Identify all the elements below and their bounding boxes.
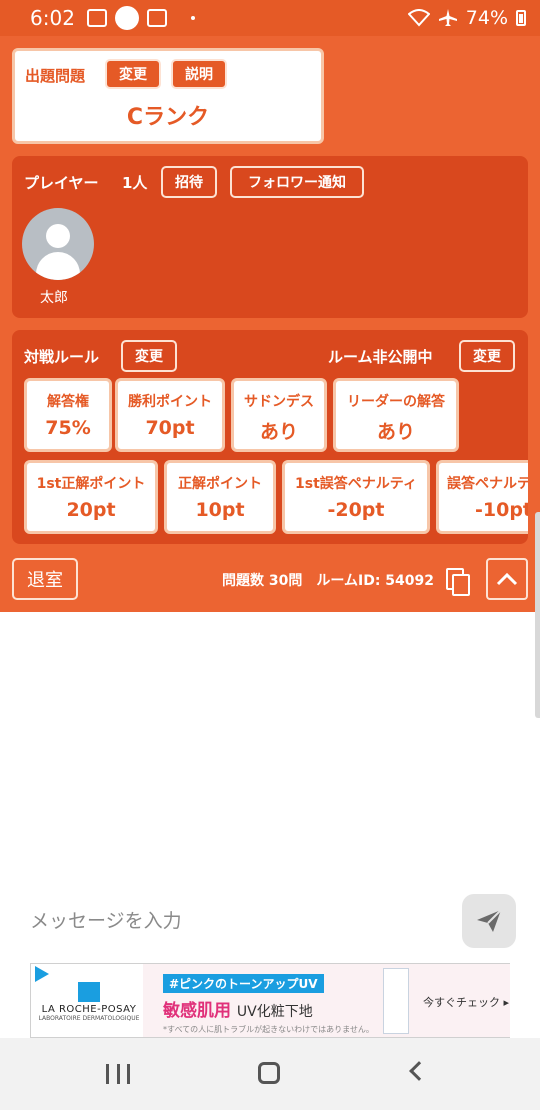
rule-label: 1st誤答ペナルティ — [295, 476, 417, 492]
rule-card-leader-answer: リーダーの解答 あり — [333, 378, 459, 452]
copy-icon[interactable] — [446, 568, 470, 596]
rule-label: 勝利ポイント — [128, 394, 212, 410]
rule-value: 10pt — [195, 499, 245, 521]
player-name: 太郎 — [40, 290, 68, 306]
change-question-button[interactable]: 変更 — [105, 59, 161, 89]
battery-percent: 74% — [465, 7, 508, 29]
rules-title: 対戦ルール — [24, 348, 100, 366]
rule-value: -10pt — [475, 499, 528, 521]
rule-value: あり — [259, 421, 298, 443]
rule-label: 1st正解ポイント — [36, 476, 146, 492]
brand-subtitle: LABORATOIRE DERMATOLOGIQUE — [38, 1015, 140, 1022]
question-rank: Cランク — [126, 105, 210, 130]
more-notifications-icon — [190, 16, 195, 20]
change-visibility-button[interactable]: 変更 — [459, 340, 515, 372]
rule-value: 20pt — [66, 499, 116, 521]
collapse-button[interactable] — [486, 558, 528, 600]
rule-card-sudden-death: サドンデス あり — [231, 378, 327, 452]
send-icon — [477, 909, 502, 932]
chevron-up-icon — [496, 572, 518, 586]
message-input[interactable]: メッセージを入力 — [30, 906, 450, 936]
invite-button[interactable]: 招待 — [161, 166, 217, 198]
app-notification-icon — [114, 6, 139, 30]
change-rules-button[interactable]: 変更 — [121, 340, 177, 372]
home-icon[interactable] — [258, 1062, 280, 1084]
status-bar: 6:02 74% — [0, 0, 540, 36]
clock: 6:02 — [30, 6, 75, 30]
rules-panel: 対戦ルール 変更 ルーム非公開中 変更 解答権 75% 勝利ポイント 70pt … — [12, 330, 528, 544]
ad-cta[interactable]: 今すぐチェック ▸ — [423, 994, 509, 1010]
product-image — [383, 968, 409, 1034]
ad-tag: #ピンクのトーンアップUV — [163, 974, 324, 993]
ad-headline-rest: UV化粧下地 — [236, 1004, 313, 1020]
ad-banner[interactable]: LA ROCHE-POSAY LABORATOIRE DERMATOLOGIQU… — [30, 963, 510, 1038]
rule-value: あり — [376, 421, 415, 443]
rule-value: -20pt — [327, 499, 385, 521]
ad-creative[interactable]: #ピンクのトーンアップUV 敏感肌用 UV化粧下地 *すべての人に肌トラブルが起… — [143, 964, 510, 1037]
send-button[interactable] — [462, 894, 516, 948]
wifi-icon — [407, 9, 430, 27]
ad-brand: LA ROCHE-POSAY LABORATOIRE DERMATOLOGIQU… — [35, 982, 143, 1022]
rule-value: 70pt — [145, 417, 195, 439]
scrollbar[interactable] — [535, 512, 540, 718]
brand-logo-icon — [78, 982, 100, 1002]
follower-notify-button[interactable]: フォロワー通知 — [230, 166, 364, 198]
battery-icon — [516, 10, 526, 26]
ad-note: *すべての人に肌トラブルが起きないわけではありません。 — [163, 1025, 374, 1034]
rule-card-correct-points: 正解ポイント 10pt — [164, 460, 276, 534]
shield-notification-icon — [146, 9, 167, 27]
airplane-mode-icon — [438, 9, 457, 26]
rule-card-answer-right: 解答権 75% — [24, 378, 112, 452]
brand-name: LA ROCHE-POSAY — [41, 1004, 137, 1015]
recent-apps-icon[interactable] — [106, 1064, 130, 1084]
rule-label: 誤答ペナルティ — [447, 476, 528, 492]
back-icon[interactable] — [409, 1061, 429, 1081]
rule-label: リーダーの解答 — [347, 394, 445, 410]
ad-headline-main: 敏感肌用 — [163, 1001, 231, 1021]
gallery-notification-icon — [86, 9, 107, 27]
system-nav-bar — [0, 1038, 540, 1110]
rule-card-win-points: 勝利ポイント 70pt — [115, 378, 225, 452]
question-label: 出題問題 — [25, 67, 86, 85]
players-title: プレイヤー — [24, 174, 99, 192]
exit-room-button[interactable]: 退室 — [12, 558, 78, 600]
ad-headline: 敏感肌用 UV化粧下地 — [163, 996, 313, 1021]
rule-card-wrong-penalty: 誤答ペナルティ -10pt — [436, 460, 528, 534]
question-card: 出題問題 変更 説明 Cランク — [12, 48, 324, 144]
room-info: 問題数 30問 ルームID: 54092 — [222, 573, 434, 589]
explain-button[interactable]: 説明 — [171, 59, 227, 89]
room-footer: 退室 問題数 30問 ルームID: 54092 — [0, 556, 540, 602]
rule-card-first-wrong-penalty: 1st誤答ペナルティ -20pt — [282, 460, 430, 534]
rule-card-first-correct-points: 1st正解ポイント 20pt — [24, 460, 158, 534]
players-panel: プレイヤー 1人 招待 フォロワー通知 太郎 — [12, 156, 528, 318]
rule-value: 75% — [45, 417, 91, 439]
rule-label: 解答権 — [47, 394, 89, 410]
player-count: 1人 — [122, 174, 148, 192]
room-visibility: ルーム非公開中 — [328, 348, 433, 366]
avatar[interactable] — [22, 208, 94, 280]
rule-label: サドンデス — [244, 394, 314, 410]
rule-label: 正解ポイント — [178, 476, 262, 492]
ad-choices-icon[interactable] — [35, 966, 49, 982]
